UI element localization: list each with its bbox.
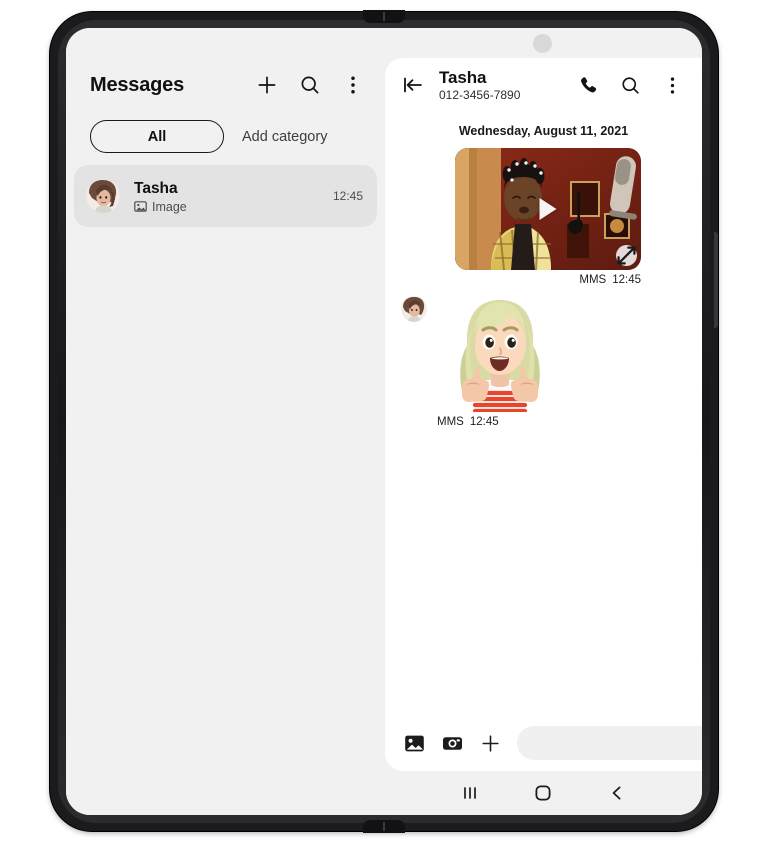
thread-card: Tasha 012-3456-7890 Wednesday, August 11… (385, 58, 702, 771)
add-category-button[interactable]: Add category (236, 129, 327, 145)
thread-header-actions (576, 73, 684, 97)
message-body: MMS 12:45 (427, 294, 563, 428)
thread-contact-info[interactable]: Tasha 012-3456-7890 (439, 68, 562, 102)
message-meta-video: MMS 12:45 (455, 274, 641, 286)
dual-pane-layout: Messages All Add category Tasha Image 12… (66, 28, 702, 815)
video-message-thumbnail[interactable] (455, 148, 641, 270)
gallery-icon[interactable] (403, 732, 425, 754)
avatar (401, 296, 427, 322)
device-screen: 12:45 100% (66, 28, 702, 815)
conversation-text: Tasha Image (120, 179, 333, 214)
more-options-icon[interactable] (660, 73, 684, 97)
category-chips-row: All Add category (66, 112, 385, 165)
power-button[interactable] (714, 232, 718, 328)
contact-name: Tasha (134, 179, 178, 197)
message-input-field[interactable] (517, 726, 702, 760)
message-thread-pane: Tasha 012-3456-7890 Wednesday, August 11… (385, 28, 702, 815)
new-conversation-icon[interactable] (255, 73, 279, 97)
thread-contact-name: Tasha (439, 68, 487, 87)
message-timestamp: 12:45 (469, 416, 499, 428)
home-icon[interactable] (533, 783, 553, 803)
hinge-seam-top (383, 12, 385, 21)
recents-icon[interactable] (460, 784, 480, 802)
message-meta-sticker: MMS 12:45 (437, 416, 563, 428)
message-row-video: MMS 12:45 (385, 148, 702, 286)
conversation-preview: Image (134, 200, 333, 214)
conversation-list-pane: Messages All Add category Tasha Image 12… (66, 28, 385, 815)
expand-icon[interactable] (616, 245, 637, 266)
message-type-label: MMS (437, 416, 464, 428)
add-attachment-icon[interactable] (479, 732, 501, 754)
back-to-list-icon[interactable] (401, 73, 425, 97)
camera-icon[interactable] (441, 732, 463, 754)
preview-text: Image (152, 199, 187, 214)
thread-contact-number: 012-3456-7890 (439, 88, 521, 102)
ar-emoji-sticker[interactable] (437, 294, 563, 412)
screenshot-root: 12:45 100% (0, 0, 768, 843)
search-icon[interactable] (298, 73, 322, 97)
message-row-sticker: MMS 12:45 (385, 294, 702, 428)
conversation-timestamp: 12:45 (332, 189, 363, 203)
call-icon[interactable] (576, 73, 600, 97)
front-camera-punch-hole (533, 34, 552, 53)
message-composer (385, 715, 702, 771)
header-actions (255, 73, 365, 97)
page-title: Messages (90, 73, 185, 96)
search-icon[interactable] (618, 73, 642, 97)
hinge-seam-bottom (383, 822, 385, 831)
message-type-label: MMS (579, 274, 607, 286)
messages-app-header: Messages (66, 58, 385, 112)
conversation-list-item[interactable]: Tasha Image 12:45 (74, 165, 377, 227)
date-divider: Wednesday, August 11, 2021 (458, 124, 629, 138)
thread-header: Tasha 012-3456-7890 (385, 58, 702, 112)
nav-buttons (385, 783, 702, 803)
image-icon (134, 200, 147, 213)
android-navigation-bar (66, 771, 702, 815)
avatar (86, 179, 120, 213)
message-timestamp: 12:45 (612, 274, 641, 286)
back-icon[interactable] (607, 783, 627, 803)
message-input[interactable] (531, 735, 702, 751)
chip-all[interactable]: All (90, 120, 224, 153)
more-options-icon[interactable] (341, 73, 365, 97)
play-button-icon[interactable] (539, 198, 557, 220)
message-body: MMS 12:45 (445, 148, 641, 286)
